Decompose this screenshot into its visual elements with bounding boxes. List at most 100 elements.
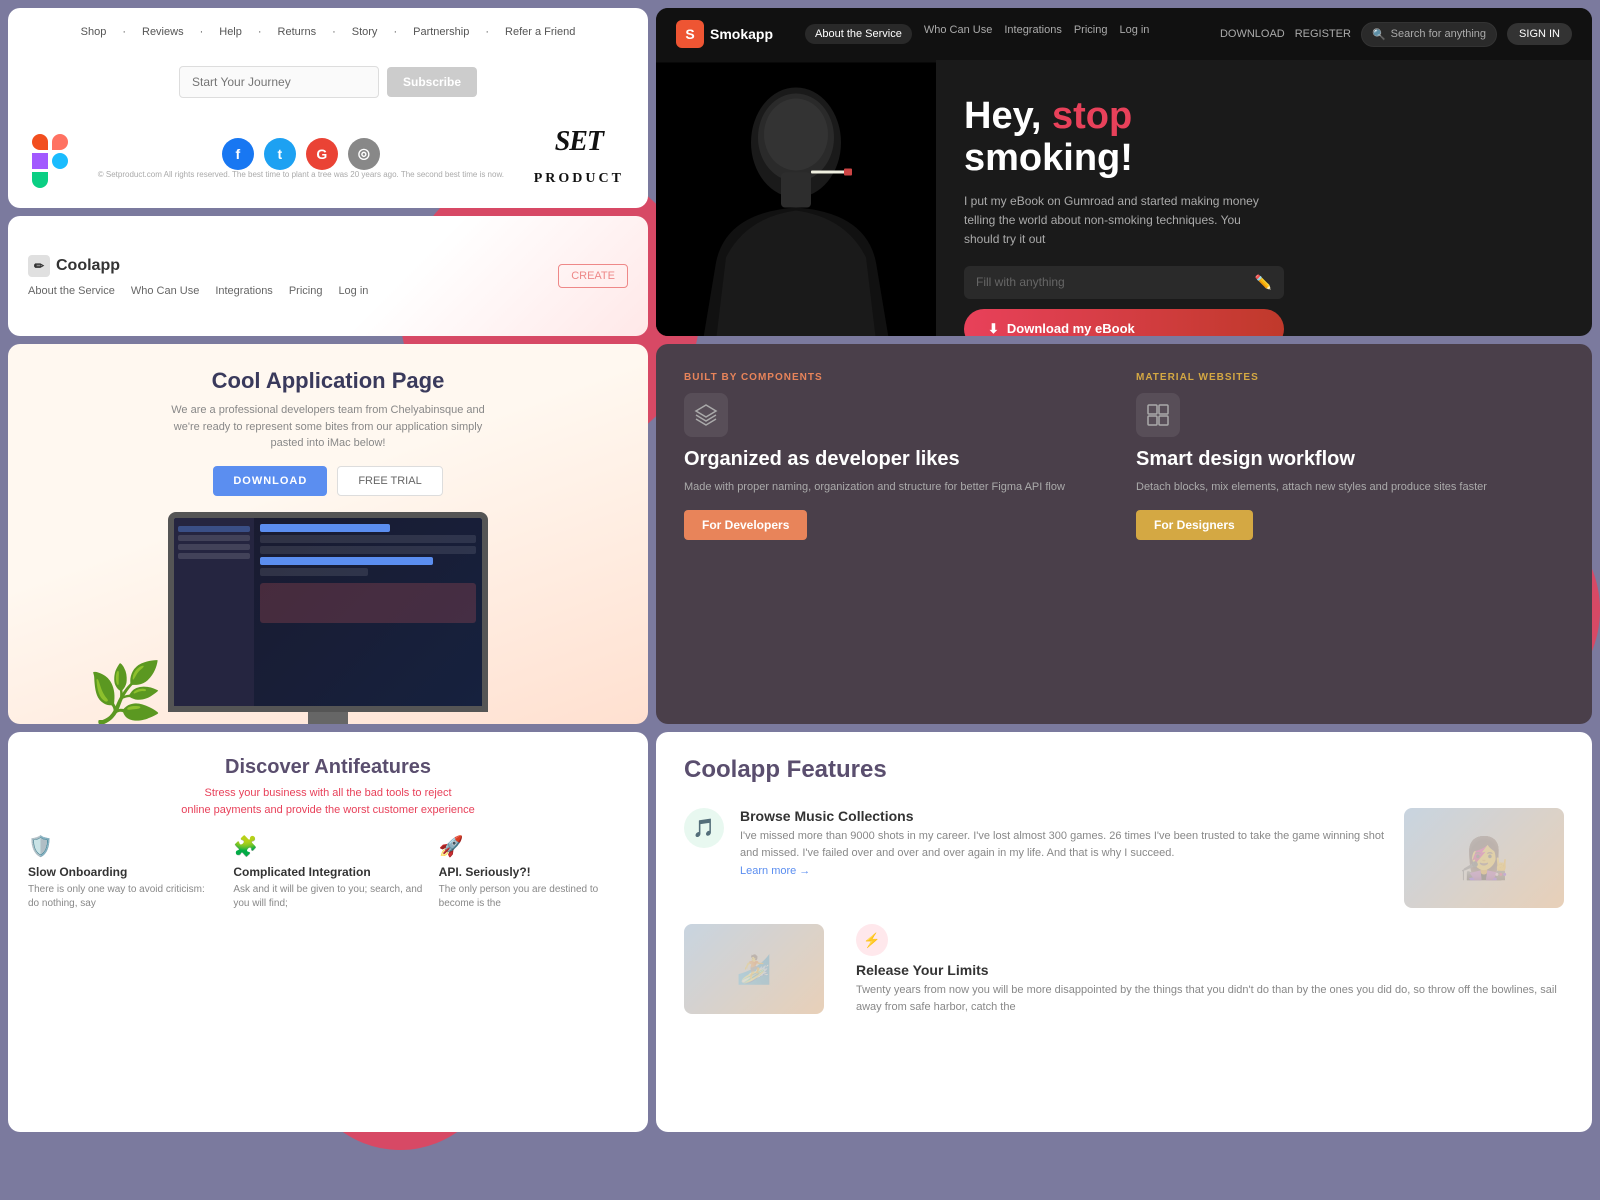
instagram-icon[interactable]: ◎ (348, 138, 380, 170)
coolapp-create-button[interactable]: CREATE (558, 264, 628, 288)
coolapp-nav-about[interactable]: About the Service (28, 285, 115, 297)
nav-integrations[interactable]: Integrations (1004, 24, 1061, 44)
nav-log-in[interactable]: Log in (1119, 24, 1149, 44)
search-placeholder: Search for anything (1391, 28, 1486, 40)
nav-help[interactable]: Help (219, 26, 242, 38)
smokapp-description: I put my eBook on Gumroad and started ma… (964, 192, 1264, 250)
for-designers-button[interactable]: For Designers (1136, 510, 1253, 540)
social-section: f t G ◎ © Setproduct.com All rights rese… (98, 138, 504, 179)
mockup-screen (174, 518, 482, 706)
coolapp-nav-pricing[interactable]: Pricing (289, 285, 323, 297)
antifeature-name-2: API. Seriously?! (439, 865, 628, 879)
smokapp-logo-text: Smokapp (710, 26, 773, 42)
download-btn-label: Download my eBook (1007, 321, 1135, 336)
smokapp-sign-in-button[interactable]: SIGN IN (1507, 23, 1572, 45)
twitter-icon[interactable]: t (264, 138, 296, 170)
nav-who-can-use[interactable]: Who Can Use (924, 24, 992, 44)
figma-logo (32, 134, 68, 182)
coolapp-main-title: Cool Application Page (212, 368, 445, 394)
feature-music-learn[interactable]: Learn more → (740, 865, 810, 877)
coolapp-download-button[interactable]: DOWNLOAD (213, 466, 327, 496)
mockup-desktop-frame (168, 512, 488, 712)
antifeature-desc-1: Ask and it will be given to you; search,… (233, 883, 422, 911)
download-icon: ⬇ (988, 321, 999, 336)
card-features: Coolapp Features 🎵 Browse Music Collecti… (656, 732, 1592, 1132)
feature-image-left: 🏄 (684, 924, 824, 1014)
mockup-area: 🌿 (28, 512, 628, 725)
mockup-main-area (254, 518, 482, 706)
nav-shop[interactable]: Shop (81, 26, 107, 38)
card-setproduct: Shop · Reviews · Help · Returns · Story … (8, 8, 648, 208)
coolapp-nav-login[interactable]: Log in (338, 285, 368, 297)
feature-row-limits: 🏄 ⚡ Release Your Limits Twenty years fro… (684, 924, 1564, 1015)
nav-returns[interactable]: Returns (278, 26, 317, 38)
figma-dot-blue (52, 153, 68, 169)
social-icons: f t G ◎ (222, 138, 380, 170)
coolapp-nav-who[interactable]: Who Can Use (131, 285, 199, 297)
mockup-stand (308, 712, 348, 724)
smokapp-input-placeholder: Fill with anything (976, 275, 1065, 289)
coolapp-logo-text: Coolapp (56, 257, 120, 275)
coolapp-logo: ✏ Coolapp (28, 255, 628, 277)
coolapp-logo-icon: ✏ (28, 255, 50, 277)
antifeature-slow-onboarding: 🛡️ Slow Onboarding There is only one way… (28, 834, 217, 911)
smokapp-nav-right: DOWNLOAD REGISTER 🔍 Search for anything … (1220, 22, 1572, 47)
smokapp-navbar: S Smokapp About the Service Who Can Use … (656, 8, 1592, 60)
coolapp-main-subtitle: We are a professional developers team fr… (158, 402, 498, 452)
feature-music-desc: I've missed more than 9000 shots in my c… (740, 828, 1388, 861)
card-smokapp: S Smokapp About the Service Who Can Use … (656, 8, 1592, 336)
nav-pricing[interactable]: Pricing (1074, 24, 1108, 44)
newsletter-input[interactable] (179, 66, 379, 98)
nav-refer[interactable]: Refer a Friend (505, 26, 575, 38)
feature-limits-image: 🏄 (684, 924, 824, 1014)
layers-icon (684, 393, 728, 437)
nav-reviews[interactable]: Reviews (142, 26, 184, 38)
component-heading-right: Smart design workflow (1136, 447, 1564, 471)
smokapp-search[interactable]: 🔍 Search for anything (1361, 22, 1497, 47)
antifeature-name-0: Slow Onboarding (28, 865, 217, 879)
figma-dot-orange (32, 134, 48, 150)
bottom-row: f t G ◎ © Setproduct.com All rights rese… (32, 126, 624, 190)
component-tag-left: BUILT BY COMPONENTS (684, 372, 1112, 383)
component-heading-left: Organized as developer likes (684, 447, 1112, 471)
coolapp-trial-button[interactable]: FREE TRIAL (337, 466, 442, 496)
feature-music-name: Browse Music Collections (740, 808, 1388, 824)
shield-icon: 🛡️ (28, 834, 217, 859)
coolapp-nav-integrations[interactable]: Integrations (215, 285, 272, 297)
smokapp-download-button[interactable]: ⬇ Download my eBook (964, 309, 1284, 336)
nav-story[interactable]: Story (352, 26, 378, 38)
antifeatures-list: 🛡️ Slow Onboarding There is only one way… (28, 834, 628, 911)
figma-dot-green (32, 172, 48, 188)
grid-icon (1136, 393, 1180, 437)
component-material: MATERIAL WEBSITES Smart design workflow … (1136, 372, 1564, 696)
antifeature-desc-0: There is only one way to avoid criticism… (28, 883, 217, 911)
component-built-by: BUILT BY COMPONENTS Organized as develop… (684, 372, 1112, 696)
smokapp-download-link[interactable]: DOWNLOAD (1220, 28, 1285, 40)
feature-limits-desc: Twenty years from now you will be more d… (856, 982, 1564, 1015)
smokapp-content: Hey, stop smoking! I put my eBook on Gum… (936, 60, 1592, 336)
google-icon[interactable]: G (306, 138, 338, 170)
for-developers-button[interactable]: For Developers (684, 510, 807, 540)
subscribe-button[interactable]: Subscribe (387, 67, 477, 97)
nav-about-service[interactable]: About the Service (805, 24, 912, 44)
smokapp-input-field[interactable]: Fill with anything ✏️ (964, 266, 1284, 299)
antifeatures-title: Discover Antifeatures (28, 756, 628, 779)
antifeature-api: 🚀 API. Seriously?! The only person you a… (439, 834, 628, 911)
newsletter-row: Subscribe (32, 66, 624, 98)
smokapp-register-link[interactable]: REGISTER (1295, 28, 1351, 40)
antifeatures-subtitle-text: Stress your business with all the bad to… (181, 787, 475, 816)
smokapp-logo: S Smokapp (676, 20, 773, 48)
smokapp-nav-links: About the Service Who Can Use Integratio… (805, 24, 1149, 44)
nav-partnership[interactable]: Partnership (413, 26, 469, 38)
smokapp-heading: Hey, stop smoking! (964, 96, 1564, 180)
music-icon: 🎵 (684, 808, 724, 848)
puzzle-icon: 🧩 (233, 834, 422, 859)
antifeatures-subtitle: Stress your business with all the bad to… (28, 785, 628, 818)
facebook-icon[interactable]: f (222, 138, 254, 170)
antifeature-name-1: Complicated Integration (233, 865, 422, 879)
card-antifeatures: Discover Antifeatures Stress your busine… (8, 732, 648, 1132)
card-coolapp-header: ✏ Coolapp About the Service Who Can Use … (8, 216, 648, 336)
plant-decoration: 🌿 (88, 664, 163, 724)
component-desc-right: Detach blocks, mix elements, attach new … (1136, 479, 1564, 496)
heading-part2: smoking! (964, 137, 1133, 179)
